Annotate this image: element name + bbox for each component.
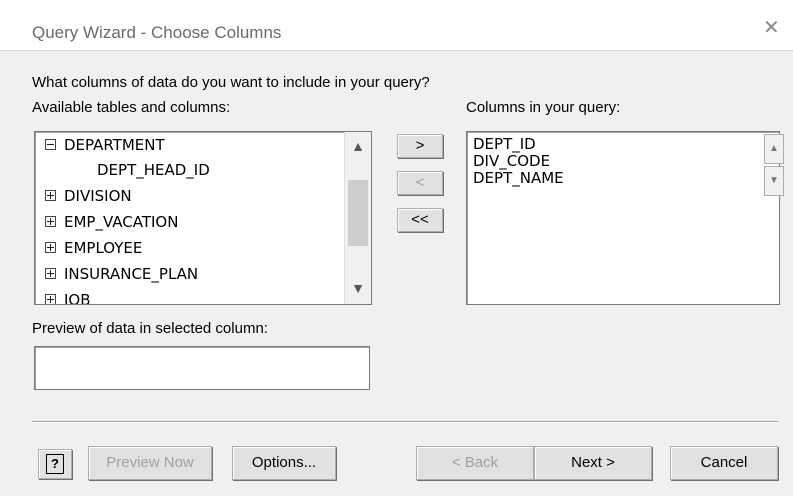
remove-column-button[interactable]: < <box>397 171 443 195</box>
tree-item-job[interactable]: JOB <box>45 289 91 304</box>
remove-all-button[interactable]: << <box>397 208 443 232</box>
move-up-button[interactable]: ▲ <box>764 134 784 164</box>
expand-icon[interactable] <box>45 216 56 227</box>
scroll-down-icon[interactable]: ▼ <box>345 280 371 296</box>
expand-icon[interactable] <box>45 294 56 304</box>
tree-item-division[interactable]: DIVISION <box>45 185 132 208</box>
footer-divider <box>32 421 778 423</box>
up-arrow-icon: ▲ <box>769 143 779 154</box>
next-button[interactable]: Next > <box>534 446 652 480</box>
tree-item-employee[interactable]: EMPLOYEE <box>45 237 142 260</box>
list-item[interactable]: DEPT_NAME <box>473 168 564 188</box>
tree-item-department[interactable]: DEPARTMENT <box>45 134 165 157</box>
back-button[interactable]: < Back <box>416 446 534 480</box>
query-columns-list[interactable]: DEPT_ID DIV_CODE DEPT_NAME <box>466 131 780 305</box>
prompt-text: What columns of data do you want to incl… <box>32 74 430 91</box>
expand-icon[interactable] <box>45 190 56 201</box>
move-down-button[interactable]: ▼ <box>764 166 784 196</box>
available-columns-tree[interactable]: DEPARTMENT DEPT_HEAD_ID DIVISION EMP_VAC… <box>34 131 372 305</box>
available-label: Available tables and columns: <box>32 99 231 116</box>
preview-now-button[interactable]: Preview Now <box>88 446 212 480</box>
help-button[interactable]: ? <box>38 449 72 479</box>
preview-label: Preview of data in selected column: <box>32 320 268 337</box>
expand-icon[interactable] <box>45 242 56 253</box>
tree-item-dept-head-id[interactable]: DEPT_HEAD_ID <box>97 159 210 182</box>
scroll-up-icon[interactable]: ▲ <box>345 138 371 154</box>
window-title: Query Wizard - Choose Columns <box>32 23 282 42</box>
options-button[interactable]: Options... <box>232 446 336 480</box>
available-scrollbar[interactable]: ▲ ▼ <box>344 132 371 304</box>
title-bar: Query Wizard - Choose Columns ✕ <box>0 0 793 51</box>
close-icon[interactable]: ✕ <box>763 14 793 42</box>
selected-label: Columns in your query: <box>466 99 621 116</box>
tree-item-emp-vacation[interactable]: EMP_VACATION <box>45 211 178 234</box>
collapse-icon[interactable] <box>45 139 56 150</box>
down-arrow-icon: ▼ <box>769 175 779 186</box>
help-icon: ? <box>46 454 64 474</box>
tree-item-insurance-plan[interactable]: INSURANCE_PLAN <box>45 263 198 286</box>
add-column-button[interactable]: > <box>397 134 443 158</box>
expand-icon[interactable] <box>45 268 56 279</box>
cancel-button[interactable]: Cancel <box>670 446 778 480</box>
scroll-thumb[interactable] <box>348 180 368 246</box>
preview-data-box <box>34 346 370 390</box>
